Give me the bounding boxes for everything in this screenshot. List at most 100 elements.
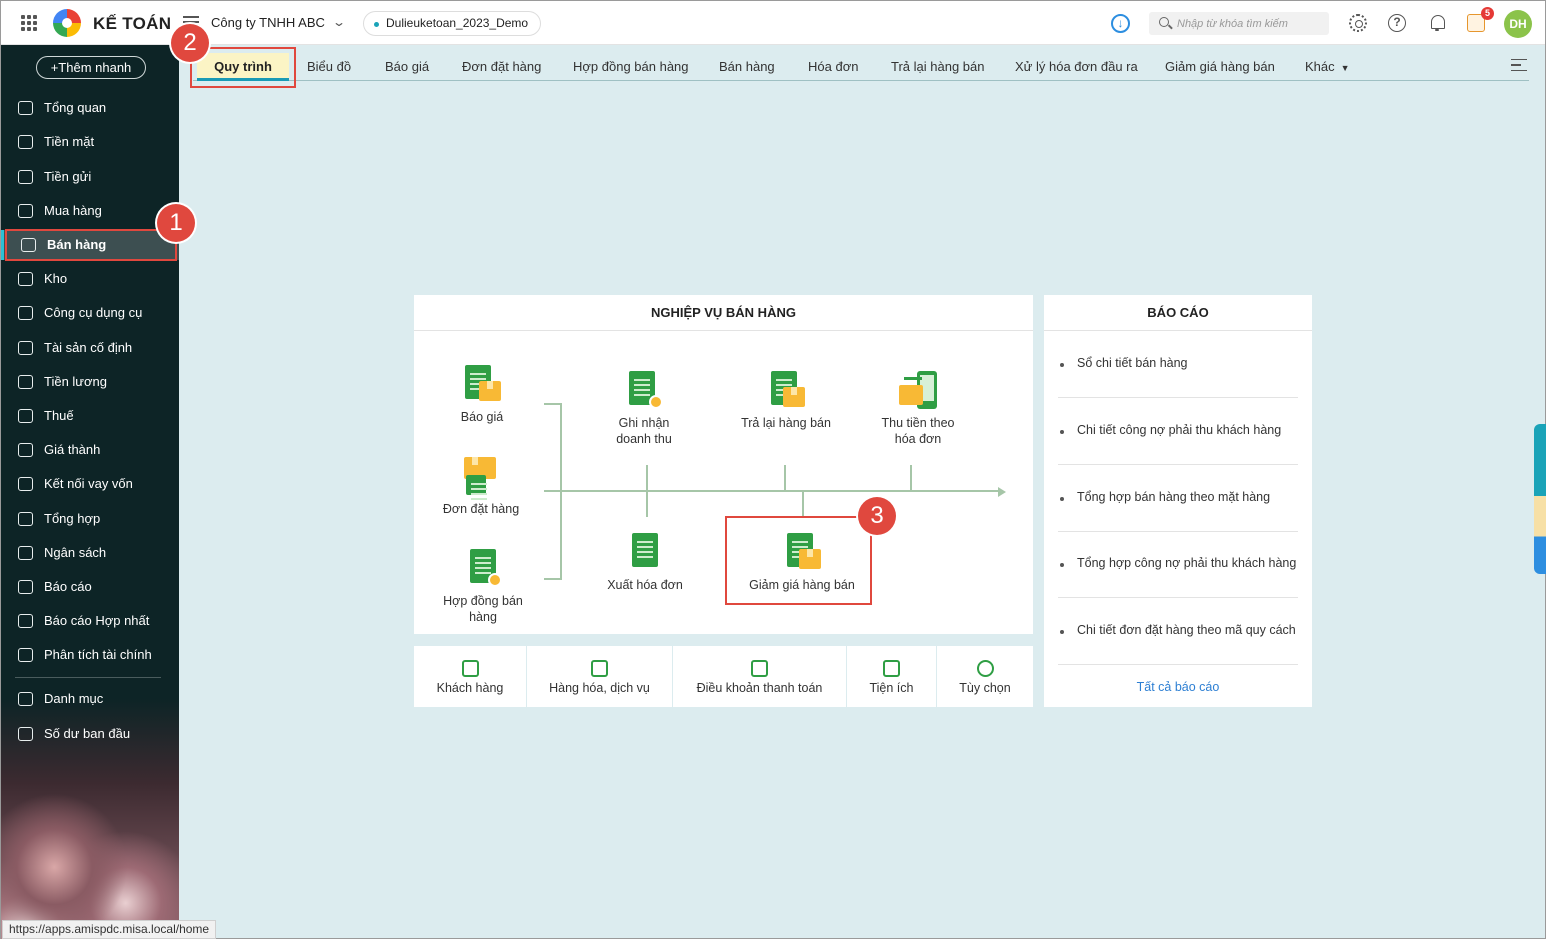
flow-main-line <box>544 490 1000 492</box>
return-icon <box>767 371 805 411</box>
sidebar-item-mua-hang[interactable]: Mua hàng <box>1 196 179 226</box>
chevron-down-icon[interactable]: ⌄ <box>332 15 346 29</box>
flow-line <box>910 465 912 491</box>
sidebar-item-phan-tich[interactable]: Phân tích tài chính <box>1 640 179 670</box>
invoice-icon <box>626 533 664 573</box>
shortcut-tuy-chon[interactable]: Tùy chọn <box>937 646 1033 707</box>
settings-icon <box>976 660 994 677</box>
status-bar-url: https://apps.amispdc.misa.local/home <box>2 920 217 939</box>
app-grid-icon[interactable] <box>21 15 37 31</box>
sidebar-item-kho[interactable]: Kho <box>1 264 179 294</box>
report-item[interactable]: Sổ chi tiết bán hàng <box>1058 331 1298 398</box>
salary-icon <box>18 375 33 389</box>
report-item[interactable]: Tổng hợp bán hàng theo mặt hàng <box>1058 465 1298 532</box>
tab-settings-icon[interactable] <box>1511 59 1527 71</box>
all-reports-link[interactable]: Tất cả báo cáo <box>1044 667 1312 707</box>
tab-bieu-do[interactable]: Biểu đồ <box>307 53 351 81</box>
sidebar-item-danh-muc[interactable]: Danh mục <box>1 684 179 714</box>
report-item[interactable]: Chi tiết đơn đặt hàng theo mã quy cách <box>1058 598 1298 665</box>
step-thu-tien[interactable]: Thu tiền theo hóa đơn <box>874 371 962 447</box>
search-box[interactable] <box>1149 12 1329 35</box>
tab-ban-hang[interactable]: Bán hàng <box>719 53 775 81</box>
sidebar-item-bao-cao[interactable]: Báo cáo <box>1 572 179 602</box>
tab-hop-dong[interactable]: Hợp đồng bán hàng <box>573 53 689 81</box>
dashboard-icon <box>18 101 33 115</box>
bar-chart-icon <box>18 580 33 594</box>
loan-icon <box>18 477 33 491</box>
app-brand: KẾ TOÁN <box>93 14 172 33</box>
report-item[interactable]: Tổng hợp công nợ phải thu khách hàng <box>1058 531 1298 598</box>
order-icon <box>462 457 500 497</box>
logo-icon <box>53 9 81 37</box>
car-icon <box>18 341 33 355</box>
price-tag-icon <box>18 443 33 457</box>
search-input[interactable] <box>1177 15 1322 32</box>
tab-bar: Quy trình Biểu đồ Báo giá Đơn đặt hàng H… <box>193 53 1529 81</box>
shortcut-dieu-khoan[interactable]: Điều khoản thanh toán <box>673 646 846 707</box>
tab-hoa-don[interactable]: Hóa đơn <box>808 53 858 81</box>
contract-icon <box>464 549 502 589</box>
step-number-badge: 1 <box>157 204 195 242</box>
sidebar-item-tien-mat[interactable]: Tiền mặt <box>1 127 179 157</box>
sidebar-item-gia-thanh[interactable]: Giá thành <box>1 435 179 465</box>
step-bao-gia[interactable]: Báo giá <box>442 365 522 425</box>
step-tra-lai[interactable]: Trả lại hàng bán <box>738 371 834 431</box>
company-selector[interactable]: Công ty TNHH ABC <box>211 15 325 30</box>
avatar[interactable]: DH <box>1504 10 1532 38</box>
tab-xu-ly-hoa-don[interactable]: Xử lý hóa đơn đầu ra <box>1015 53 1138 81</box>
step-hop-dong[interactable]: Hợp đồng bán hàng <box>438 549 528 625</box>
process-title: NGHIỆP VỤ BÁN HÀNG <box>414 295 1033 331</box>
tax-icon <box>18 409 33 423</box>
shopping-bag-icon <box>18 204 33 218</box>
tab-giam-gia[interactable]: Giảm giá hàng bán <box>1165 53 1275 81</box>
utilities-icon <box>883 660 900 677</box>
sidebar-divider <box>15 677 161 678</box>
download-icon[interactable]: ↓ <box>1111 14 1130 33</box>
sidebar-item-so-du[interactable]: Số dư ban đầu <box>1 719 179 749</box>
tab-don-dat-hang[interactable]: Đơn đặt hàng <box>462 53 541 81</box>
bank-icon <box>18 170 33 184</box>
help-icon[interactable]: ? <box>1388 14 1406 32</box>
side-panel-handle[interactable] <box>1534 424 1546 574</box>
goods-icon <box>591 660 608 677</box>
tab-tra-lai[interactable]: Trả lại hàng bán <box>891 53 984 81</box>
dataset-selector[interactable]: Dulieuketoan_2023_Demo <box>363 11 542 36</box>
step-don-dat-hang[interactable]: Đơn đặt hàng <box>438 457 524 517</box>
bell-icon[interactable] <box>1428 14 1446 32</box>
shortcut-tien-ich[interactable]: Tiện ích <box>847 646 936 707</box>
sidebar-item-bao-cao-hop-nhat[interactable]: Báo cáo Hợp nhất <box>1 606 179 636</box>
payment-icon <box>899 371 937 411</box>
sidebar-item-tien-luong[interactable]: Tiền lương <box>1 367 179 397</box>
sidebar-item-tai-san[interactable]: Tài sản cố định <box>1 333 179 363</box>
reports-title: BÁO CÁO <box>1044 295 1312 331</box>
sidebar-item-thue[interactable]: Thuế <box>1 401 179 431</box>
tab-bao-gia[interactable]: Báo giá <box>385 53 429 81</box>
quote-icon <box>463 365 501 405</box>
shortcut-khach-hang[interactable]: Khách hàng <box>414 646 526 707</box>
step-ghi-nhan[interactable]: Ghi nhận doanh thu <box>604 371 684 447</box>
report-item[interactable]: Chi tiết công nợ phải thu khách hàng <box>1058 398 1298 465</box>
flow-line <box>784 465 786 491</box>
shortcut-hang-hoa[interactable]: Hàng hóa, dịch vụ <box>527 646 672 707</box>
sidebar-item-ngan-sach[interactable]: Ngân sách <box>1 538 179 568</box>
sidebar-item-tong-quan[interactable]: Tổng quan <box>1 93 179 123</box>
sidebar-item-tien-gui[interactable]: Tiền gửi <box>1 162 179 192</box>
sidebar: +Thêm nhanh Tổng quan Tiền mặt Tiền gửi … <box>1 45 179 939</box>
cash-icon <box>18 135 33 149</box>
sidebar-item-tong-hop[interactable]: Tổng hợp <box>1 504 179 534</box>
flow-line <box>544 578 562 580</box>
budget-icon <box>18 546 33 560</box>
notification-badge: 5 <box>1481 7 1494 20</box>
sidebar-item-vay-von[interactable]: Kết nối vay vốn <box>1 469 179 499</box>
consolidated-report-icon <box>18 614 33 628</box>
opening-balance-icon <box>18 727 33 741</box>
quick-add-button[interactable]: +Thêm nhanh <box>36 56 146 79</box>
warehouse-icon <box>18 272 33 286</box>
step-number-badge: 2 <box>171 24 209 62</box>
tab-more[interactable]: Khác ▼ <box>1305 53 1350 81</box>
gear-icon[interactable] <box>1349 14 1367 32</box>
highlight-box <box>725 516 872 605</box>
sidebar-item-cong-cu[interactable]: Công cụ dụng cụ <box>1 298 179 328</box>
step-number-badge: 3 <box>858 497 896 535</box>
step-xuat-hoa-don[interactable]: Xuất hóa đơn <box>604 533 686 593</box>
